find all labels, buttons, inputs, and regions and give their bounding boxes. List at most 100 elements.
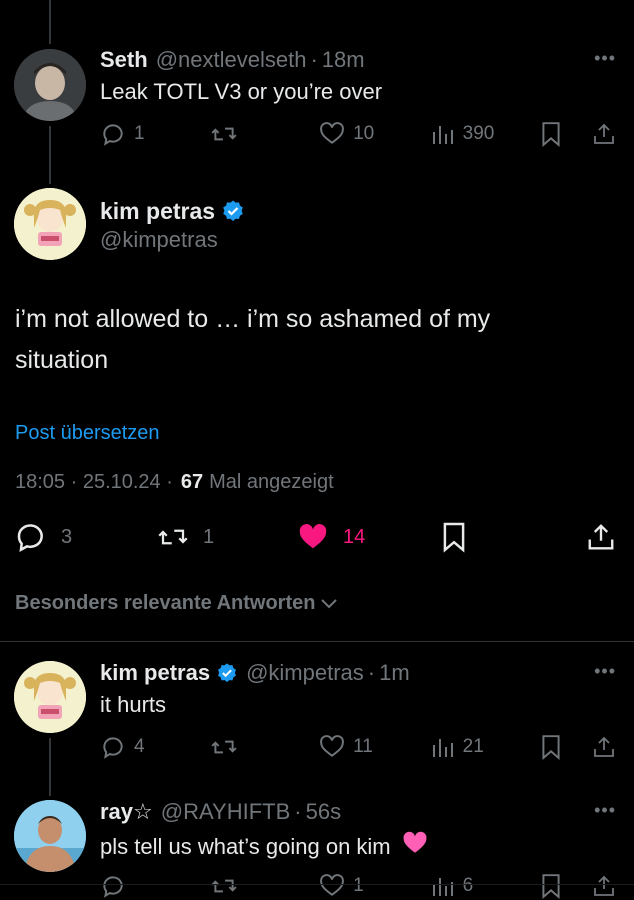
seth-reply-count: 1 <box>134 123 145 144</box>
seth-like-count: 10 <box>353 123 375 144</box>
repost-icon <box>158 529 188 545</box>
seth-repost-button[interactable] <box>210 121 320 147</box>
seth-views-count: 390 <box>462 123 495 144</box>
repost-icon <box>211 127 237 141</box>
reply-icon <box>103 124 123 146</box>
views-icon <box>432 878 453 896</box>
kim-reply-like-count: 11 <box>353 736 373 757</box>
ray-like-count: 1 <box>353 875 364 896</box>
ray-share-button[interactable] <box>592 873 616 899</box>
replies-divider <box>0 641 634 642</box>
partial-action-icons <box>100 0 616 6</box>
kim-reply-time[interactable]: 1m <box>379 659 410 687</box>
kim-reply-header: kim petras @kimpetras · 1m <box>100 659 410 687</box>
ray-like-button[interactable]: 1 <box>319 873 431 899</box>
main-post-view-label: Mal angezeigt <box>209 471 334 493</box>
ray-sep: · <box>294 799 302 824</box>
kim-reply-repost-button[interactable] <box>210 734 320 760</box>
kim-reply-name[interactable]: kim petras <box>100 659 210 687</box>
kim-reply-views-button[interactable]: 21 <box>431 735 541 759</box>
kim-reply-avatar-image <box>14 661 86 733</box>
kim-reply-share-button[interactable] <box>592 734 616 760</box>
seth-reply-button[interactable]: 1 <box>100 121 210 147</box>
ray-views-button[interactable]: 6 <box>431 874 541 898</box>
kim-reply-handle[interactable]: @kimpetras <box>246 659 364 687</box>
main-post-text-line2: situation <box>15 346 109 374</box>
main-like-count: 14 <box>343 525 366 548</box>
share-icon <box>594 123 614 144</box>
kim-reply-reply-button[interactable]: 4 <box>100 734 210 760</box>
main-author-handle[interactable]: @kimpetras <box>100 226 218 254</box>
ray-avatar-image <box>14 800 86 872</box>
share-icon <box>594 736 614 757</box>
sort-replies-button[interactable]: Besonders relevante Antworten <box>15 589 339 617</box>
main-post-actions: 3 1 14 <box>15 520 616 554</box>
ray-header: ray☆ @RAYHIFTB · 56s <box>100 798 341 826</box>
reply-icon <box>17 524 43 552</box>
ray-bookmark-button[interactable] <box>540 873 592 899</box>
seth-more-icon[interactable]: ••• <box>594 48 616 69</box>
bookmark-icon <box>443 522 465 553</box>
heart-icon <box>320 122 344 144</box>
thread-line-top <box>49 0 51 44</box>
main-post-meta: 18:05 · 25.10.24 · 67 Mal angezeigt <box>15 468 334 496</box>
bottom-divider <box>0 884 634 885</box>
sort-replies-label: Besonders relevante Antworten <box>15 592 316 614</box>
kim-reply-actions: 4 11 21 <box>100 733 616 761</box>
seth-avatar[interactable] <box>14 49 86 121</box>
kim-reply-like-button[interactable]: 11 <box>319 734 431 760</box>
main-repost-button[interactable]: 1 <box>155 522 297 552</box>
main-bookmark-button[interactable] <box>441 521 581 553</box>
ray-actions: 1 6 <box>100 872 616 900</box>
main-like-button[interactable]: 14 <box>297 522 441 552</box>
main-post-timestamp[interactable]: 18:05 · 25.10.24 · <box>15 468 173 496</box>
kim-avatar-image <box>14 188 86 260</box>
kim-reply-avatar[interactable] <box>14 661 86 733</box>
views-icon <box>432 739 453 757</box>
seth-post-text: Leak TOTL V3 or you’re over <box>100 79 383 104</box>
reply-icon <box>103 737 123 759</box>
translate-link[interactable]: Post übersetzen <box>15 420 160 446</box>
bookmark-icon <box>542 735 560 760</box>
main-author-name[interactable]: kim petras <box>100 197 215 225</box>
kim-reply-sep: · <box>367 660 376 685</box>
kim-reply-more-icon[interactable]: ••• <box>594 661 616 682</box>
main-post-view-count: 67 <box>180 471 204 493</box>
main-share-button[interactable] <box>586 521 616 553</box>
verified-badge-icon <box>218 663 237 683</box>
ray-reply-button[interactable] <box>100 873 210 899</box>
seth-name[interactable]: Seth <box>100 46 148 74</box>
seth-handle[interactable]: @nextlevelseth <box>156 46 307 74</box>
seth-bookmark-button[interactable] <box>540 121 592 147</box>
thread-line-seth <box>49 126 51 184</box>
main-repost-count: 1 <box>203 525 215 548</box>
kim-reply-views-count: 21 <box>462 736 484 757</box>
seth-views-button[interactable]: 390 <box>431 122 541 146</box>
ray-time[interactable]: 56s <box>306 798 341 826</box>
seth-share-button[interactable] <box>592 121 616 147</box>
ray-avatar[interactable] <box>14 800 86 872</box>
share-icon <box>588 524 614 550</box>
verified-badge-icon <box>223 200 243 221</box>
bookmark-icon <box>542 122 560 147</box>
kim-avatar[interactable] <box>14 188 86 260</box>
heart-icon <box>320 735 344 757</box>
share-icon <box>594 875 614 896</box>
pink-heart-emoji <box>401 830 429 864</box>
seth-like-button[interactable]: 10 <box>319 121 431 147</box>
kim-reply-bookmark-button[interactable] <box>540 734 592 760</box>
ray-views-count: 6 <box>462 875 474 896</box>
kim-reply-reply-count: 4 <box>134 736 145 757</box>
ray-more-icon[interactable]: ••• <box>594 800 616 821</box>
ray-handle[interactable]: @RAYHIFTB <box>161 798 291 826</box>
thread-line-kim-reply <box>49 738 51 796</box>
ray-name[interactable]: ray☆ <box>100 798 153 826</box>
seth-time[interactable]: 18m <box>322 46 365 74</box>
repost-icon <box>211 740 237 754</box>
main-reply-button[interactable]: 3 <box>15 521 155 553</box>
main-author-name-row: kim petras <box>100 197 245 225</box>
main-post-text-line1: i’m not allowed to … i’m so ashamed of m… <box>15 305 491 333</box>
chevron-down-icon <box>321 599 338 609</box>
ray-repost-button[interactable] <box>210 873 320 899</box>
kim-reply-text: it hurts <box>100 692 167 717</box>
